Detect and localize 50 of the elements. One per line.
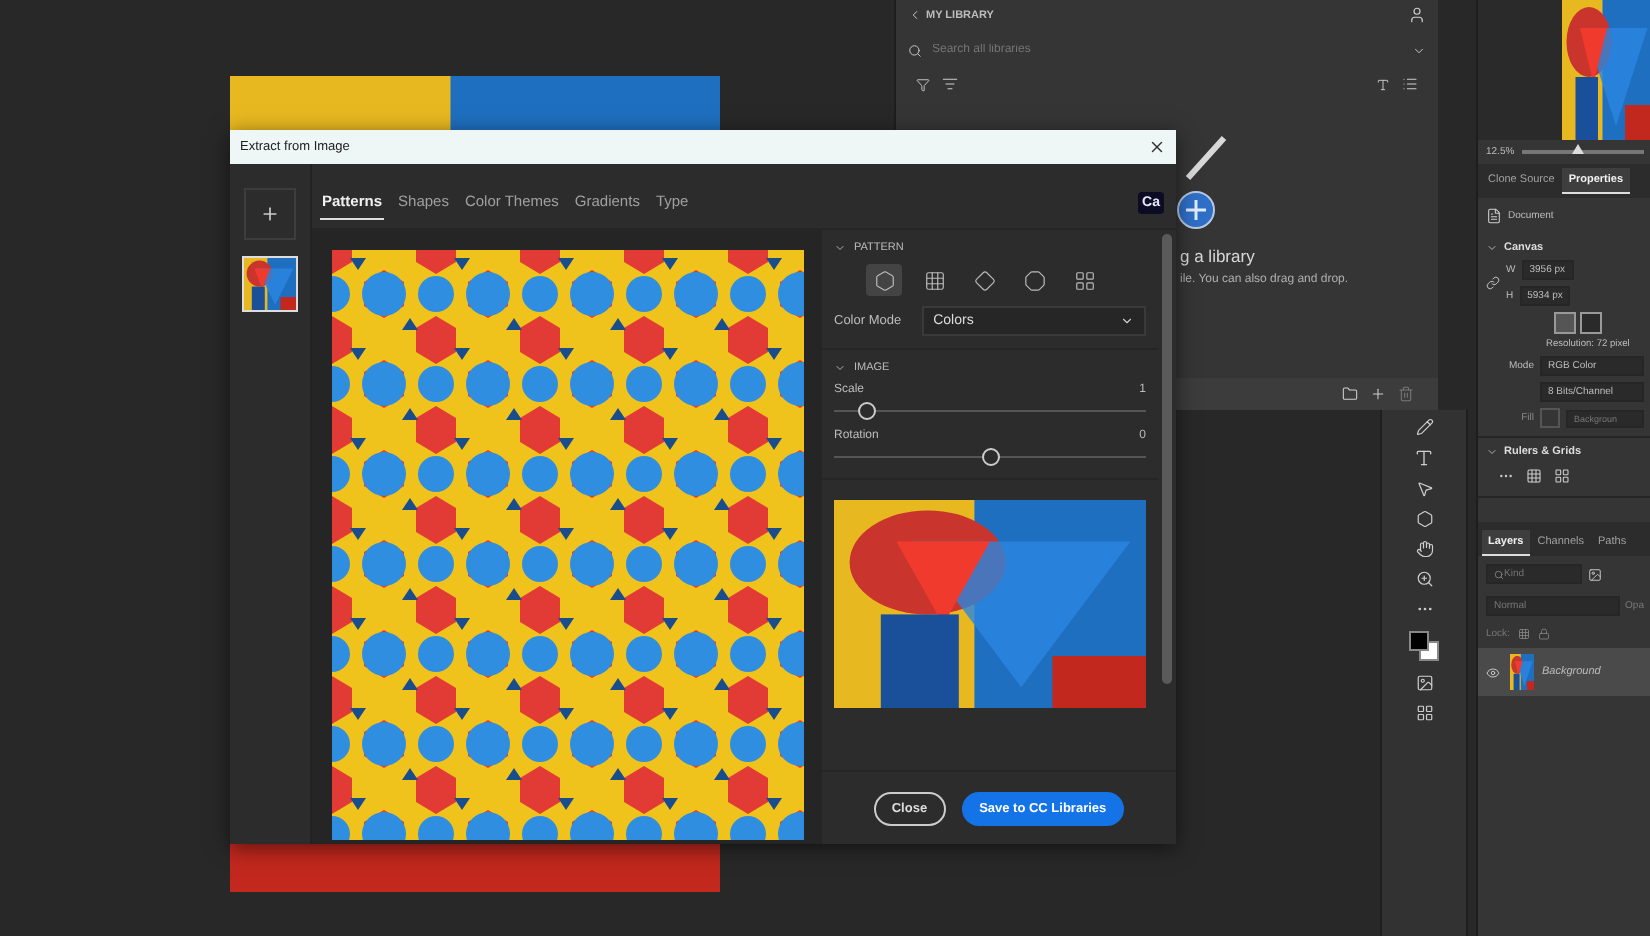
chevron-down-icon[interactable] [1486,242,1498,254]
source-image-thumbnail [244,258,296,310]
pattern-type-button[interactable] [866,264,902,296]
visibility-icon[interactable] [1486,665,1500,679]
link-icon[interactable] [1486,276,1500,290]
add-icon [260,204,280,224]
shape-tool-icon[interactable] [1415,510,1433,528]
navigator-thumbnail [1562,0,1650,140]
grid-icon[interactable] [1526,468,1542,484]
chevron-down-icon[interactable] [834,362,846,374]
scrollbar[interactable] [1162,234,1172,684]
pointer-icon[interactable] [1415,480,1433,498]
slider-thumb[interactable] [982,448,1000,466]
diamond-icon [973,269,995,291]
search-icon [1494,569,1504,579]
hand-tool-icon[interactable] [1415,540,1433,558]
screen-mode-icon[interactable] [1415,704,1433,722]
list-view-icon[interactable] [1402,76,1418,92]
chevron-down-icon[interactable] [1412,43,1426,57]
folder-icon[interactable] [1342,386,1358,402]
document-icon[interactable] [1486,208,1502,224]
guides-icon[interactable] [1554,468,1570,484]
zoom-tool-icon[interactable] [1415,570,1433,588]
empty-library-heading: g a library [1180,246,1257,266]
lock-icon[interactable] [1537,628,1550,640]
image-filter-icon[interactable] [1588,567,1602,581]
account-icon[interactable] [1408,6,1426,24]
lock-pixels-icon[interactable] [1517,628,1530,640]
search-icon[interactable] [908,43,922,57]
grid-icon [1073,269,1095,291]
filter-icon[interactable] [916,77,930,91]
layer-thumbnail [1510,654,1534,690]
chevron-down-icon[interactable] [1486,446,1498,458]
grid-icon [923,269,945,291]
brush-icon[interactable] [1415,418,1433,436]
add-icon[interactable] [1370,386,1386,402]
quick-mask-icon[interactable] [1415,674,1433,692]
sort-icon[interactable] [942,76,958,92]
slider-thumb[interactable] [857,402,876,420]
back-icon[interactable] [908,8,922,22]
color-swatches-icon[interactable] [1408,630,1440,662]
chevron-down-icon [1120,314,1134,328]
text-icon[interactable] [1376,77,1390,91]
zoom-slider-thumb[interactable] [1571,144,1584,154]
octagon-icon [1023,269,1045,291]
chevron-down-icon[interactable] [834,242,846,254]
close-icon[interactable] [1148,138,1166,156]
hexagon-icon [873,269,895,291]
type-tool-icon[interactable] [1414,448,1434,468]
fill-swatch[interactable] [1540,408,1560,428]
